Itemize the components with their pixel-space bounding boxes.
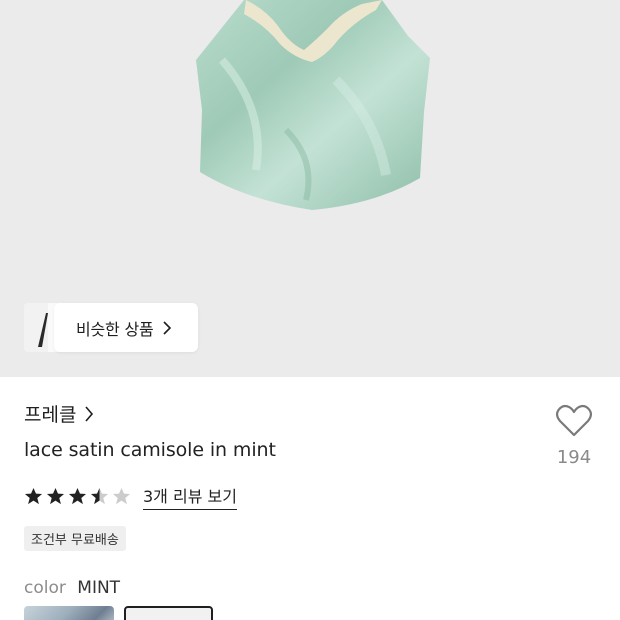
color-swatch-selected[interactable] bbox=[124, 606, 213, 620]
brand-link[interactable]: 프레클 bbox=[24, 400, 94, 427]
shipping-badge: 조건부 무료배송 bbox=[24, 526, 126, 551]
color-swatch-thumbnail[interactable] bbox=[24, 606, 114, 620]
chevron-right-icon bbox=[162, 320, 171, 335]
product-image bbox=[196, 0, 430, 210]
like-count: 194 bbox=[556, 447, 592, 468]
star-icon bbox=[24, 487, 43, 505]
product-image-area[interactable]: 비슷한 상품 bbox=[0, 0, 620, 377]
similar-products-button[interactable]: 비슷한 상품 bbox=[54, 303, 198, 352]
product-title: lace satin camisole in mint bbox=[24, 439, 276, 461]
similar-products-label: 비슷한 상품 bbox=[76, 319, 154, 339]
star-icon bbox=[46, 487, 65, 505]
heart-outline-icon bbox=[555, 404, 593, 437]
star-icon bbox=[112, 487, 131, 505]
rating-row: 3개 리뷰 보기 bbox=[24, 483, 237, 510]
color-value: MINT bbox=[77, 578, 121, 598]
rating-stars bbox=[24, 487, 131, 506]
color-label: color bbox=[24, 578, 66, 598]
star-icon bbox=[68, 487, 87, 505]
brand-name: 프레클 bbox=[24, 404, 77, 426]
chevron-right-icon bbox=[85, 405, 94, 422]
star-icon bbox=[90, 487, 109, 505]
color-option-row: color MINT bbox=[24, 578, 120, 598]
reviews-link[interactable]: 3개 리뷰 보기 bbox=[143, 483, 237, 510]
like-button[interactable]: 194 bbox=[548, 404, 600, 468]
